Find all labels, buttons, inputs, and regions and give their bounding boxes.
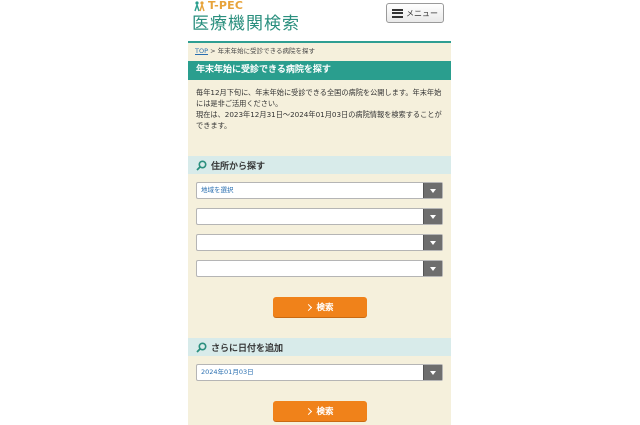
breadcrumb-current: 年末年始に受診できる病院を探す xyxy=(217,47,315,55)
prefecture-select[interactable] xyxy=(196,208,443,225)
page-title: 年末年始に受診できる病院を探す xyxy=(188,61,451,80)
intro-paragraph-2: 現在は、2023年12月31日～2024年01月03日の病院情報を検索することが… xyxy=(196,110,442,130)
site-logo[interactable]: 医療機関検索 xyxy=(192,13,300,35)
address-section-title: 住所から探す xyxy=(211,161,266,172)
triangle-down-icon xyxy=(423,183,442,198)
address-search-button-label: 検索 xyxy=(316,303,334,313)
chevron-right-icon xyxy=(305,303,313,311)
search-magnifier-icon xyxy=(196,341,207,353)
region-select-value: 地域を選択 xyxy=(201,186,234,194)
region-select[interactable]: 地域を選択 xyxy=(196,182,443,199)
list-menu-icon xyxy=(392,8,403,18)
address-search-button[interactable]: 検索 xyxy=(273,297,367,317)
menu-button[interactable]: メニュー xyxy=(386,3,444,23)
date-search-button[interactable]: 検索 xyxy=(273,401,367,421)
date-select[interactable]: 2024年01月03日 xyxy=(196,364,443,381)
header: T-PEC 医療機関検索 メニュー xyxy=(188,0,451,43)
breadcrumb: TOP > 年末年始に受診できる病院を探す xyxy=(195,47,315,56)
breadcrumb-separator: > xyxy=(210,47,216,55)
intro-paragraph-1: 毎年12月下旬に、年末年始に受診できる全国の病院を公開します。年末年始には是非ご… xyxy=(196,88,442,108)
date-search-button-label: 検索 xyxy=(316,407,334,417)
town-select[interactable] xyxy=(196,260,443,277)
chevron-right-icon xyxy=(305,407,313,415)
intro-text: 毎年12月下旬に、年末年始に受診できる全国の病院を公開します。年末年始には是非ご… xyxy=(196,87,448,131)
search-magnifier-icon xyxy=(196,159,207,171)
people-logo-icon xyxy=(194,1,205,12)
city-select[interactable] xyxy=(196,234,443,251)
date-section-title: さらに日付を追加 xyxy=(211,343,284,354)
date-select-value: 2024年01月03日 xyxy=(201,368,254,376)
logo-subtitle: T-PEC xyxy=(208,0,244,12)
date-section-header: さらに日付を追加 xyxy=(188,338,451,356)
menu-button-label: メニュー xyxy=(406,8,438,18)
address-section-header: 住所から探す xyxy=(188,156,451,174)
triangle-down-icon xyxy=(423,261,442,276)
mobile-page: T-PEC 医療機関検索 メニュー TOP > 年末年始に受診できる病院を探す … xyxy=(188,0,451,425)
breadcrumb-home-link[interactable]: TOP xyxy=(195,47,208,55)
triangle-down-icon xyxy=(423,209,442,224)
triangle-down-icon xyxy=(423,235,442,250)
triangle-down-icon xyxy=(423,365,442,380)
